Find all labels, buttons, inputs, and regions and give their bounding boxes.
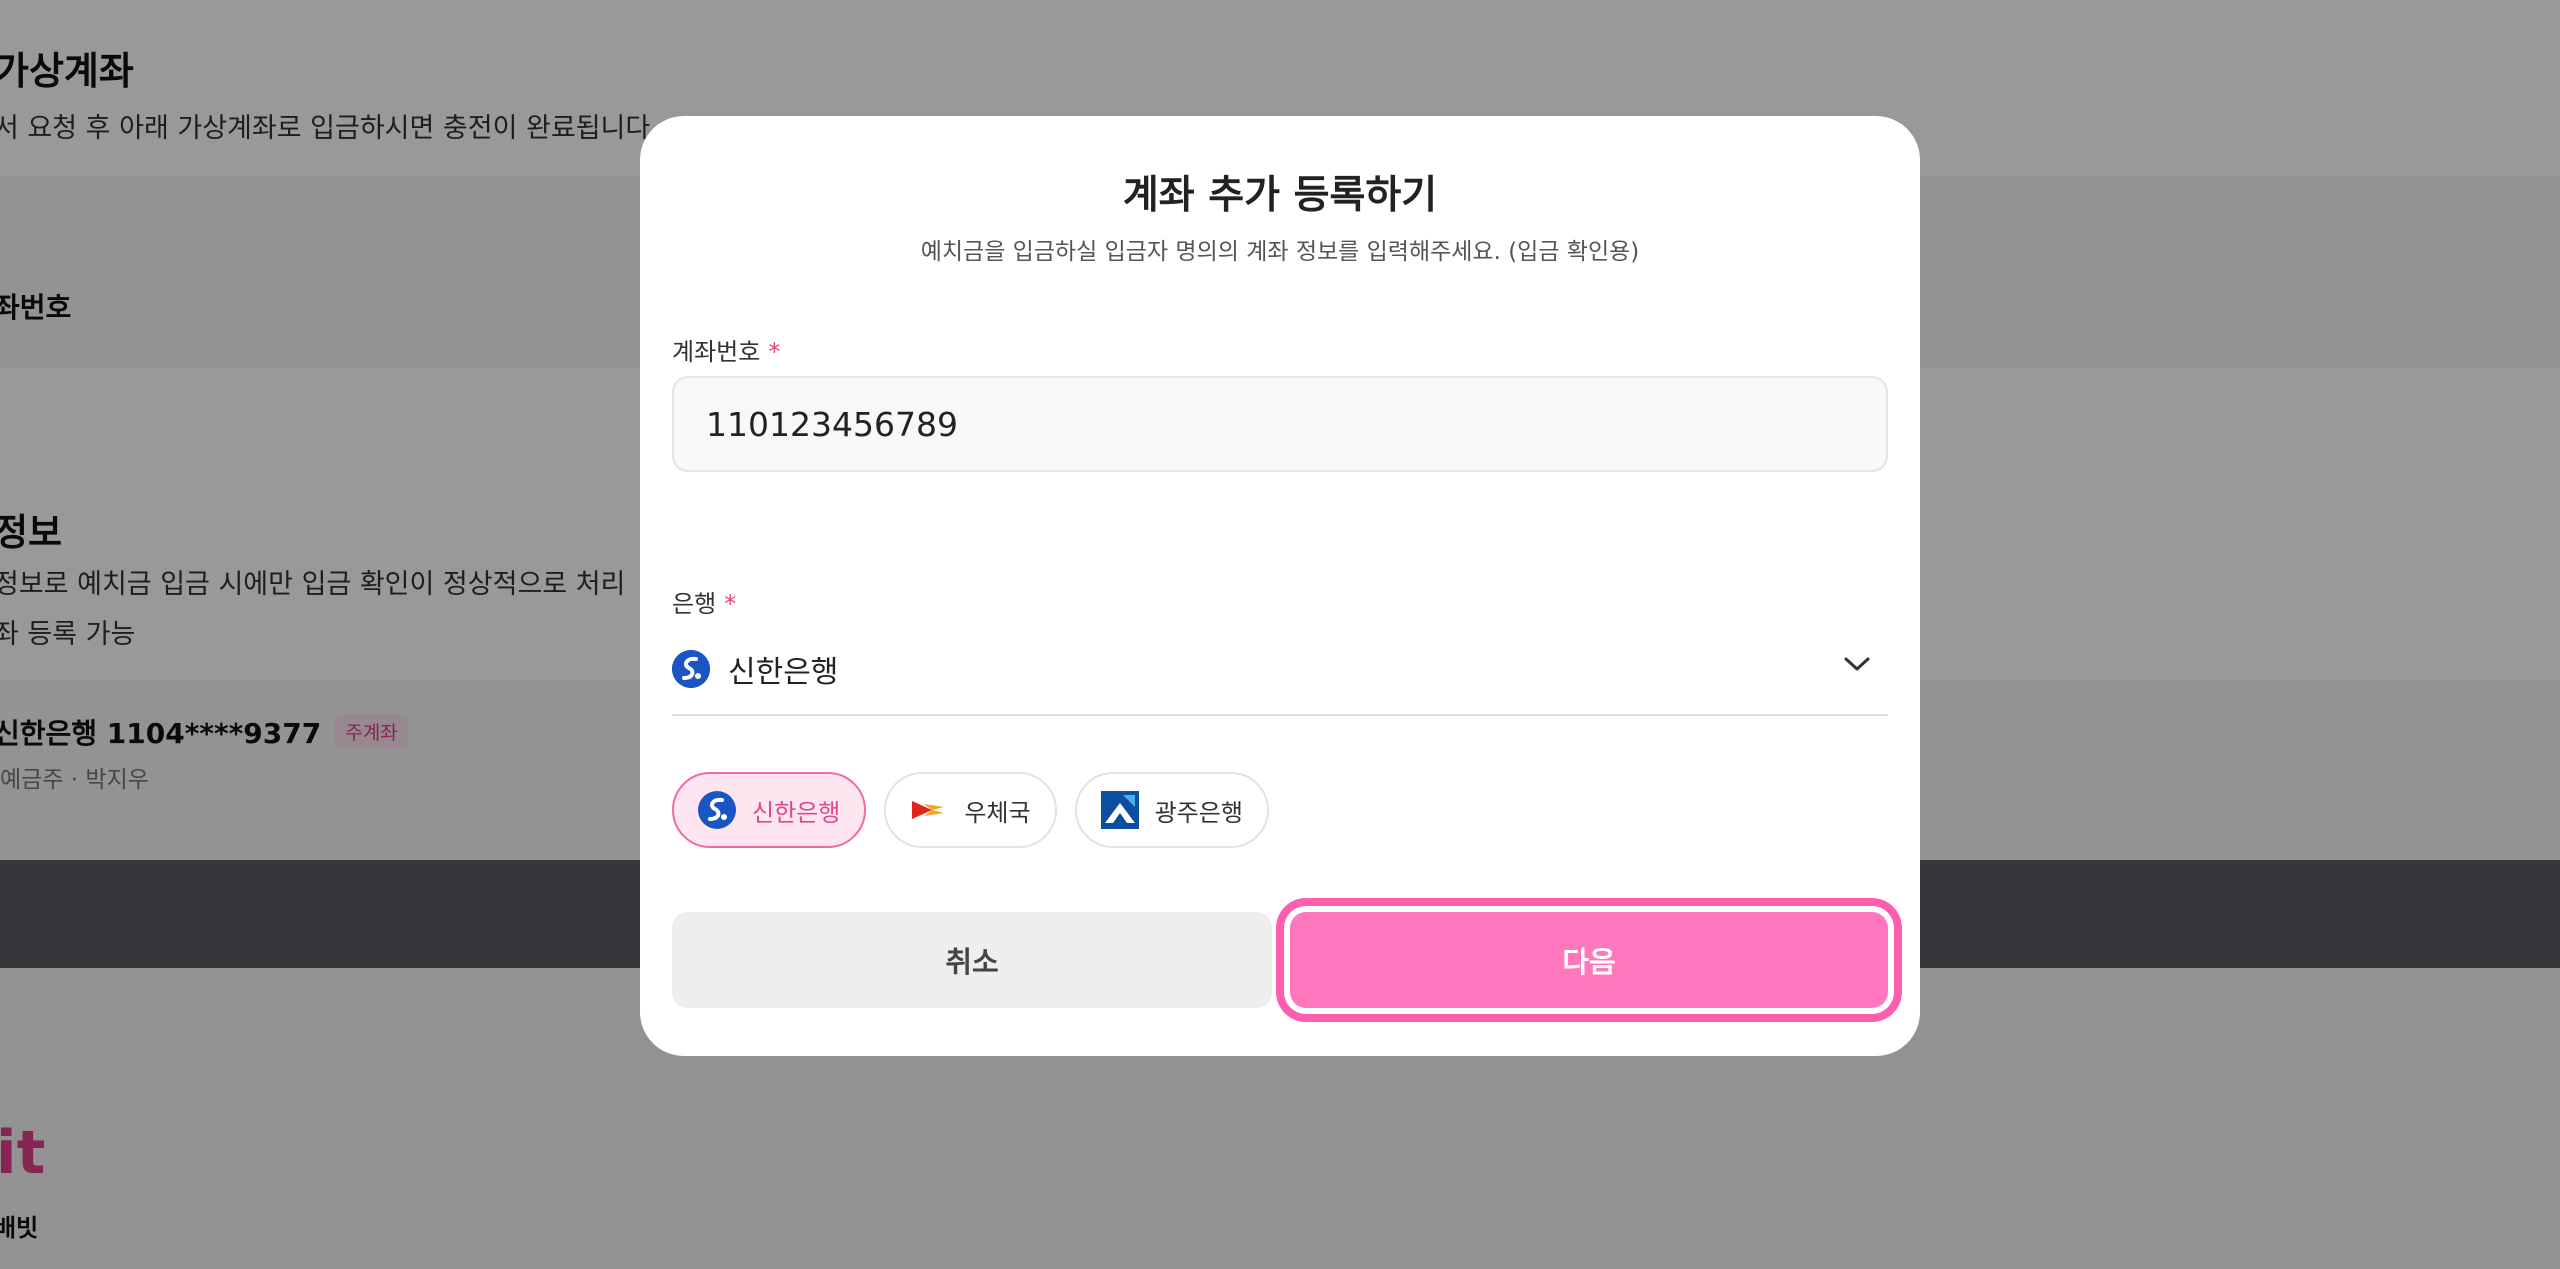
bank-chip-label: 우체국 — [964, 798, 1031, 827]
next-button[interactable]: 다음 — [1290, 912, 1888, 1008]
chevron-down-icon — [1842, 654, 1872, 678]
account-number-input[interactable]: 110123456789 — [672, 376, 1888, 472]
bank-field-label: 은행 * — [672, 590, 737, 618]
bank-chip-label: 신한은행 — [752, 798, 841, 827]
required-mark: * — [768, 338, 781, 366]
bank-chip-kwangju[interactable]: 광주은행 — [1074, 772, 1269, 848]
account-number-field-label: 계좌번호 * — [672, 338, 781, 366]
required-mark: * — [724, 590, 737, 618]
quick-bank-chips: 신한은행 우체국 광주은행 — [672, 772, 1269, 848]
shinhan-logo-icon — [672, 650, 710, 688]
bank-chip-label: 광주은행 — [1154, 798, 1243, 827]
bank-chip-post-office[interactable]: 우체국 — [884, 772, 1057, 848]
modal-title: 계좌 추가 등록하기 — [1122, 173, 1438, 218]
selected-bank-name: 신한은행 — [728, 655, 839, 690]
modal-subtitle: 예치금을 입금하실 입금자 명의의 계좌 정보를 입력해주세요. (입금 확인용… — [920, 239, 1640, 265]
shinhan-logo-icon — [698, 791, 736, 829]
cancel-button[interactable]: 취소 — [672, 912, 1272, 1008]
kwangju-bank-logo-icon — [1100, 791, 1139, 829]
post-office-logo-icon — [910, 795, 948, 825]
bank-select-dropdown[interactable]: 신한은행 — [672, 624, 1888, 716]
add-account-modal: 계좌 추가 등록하기 예치금을 입금하실 입금자 명의의 계좌 정보를 입력해주… — [640, 116, 1920, 1056]
bank-chip-shinhan[interactable]: 신한은행 — [672, 772, 867, 848]
